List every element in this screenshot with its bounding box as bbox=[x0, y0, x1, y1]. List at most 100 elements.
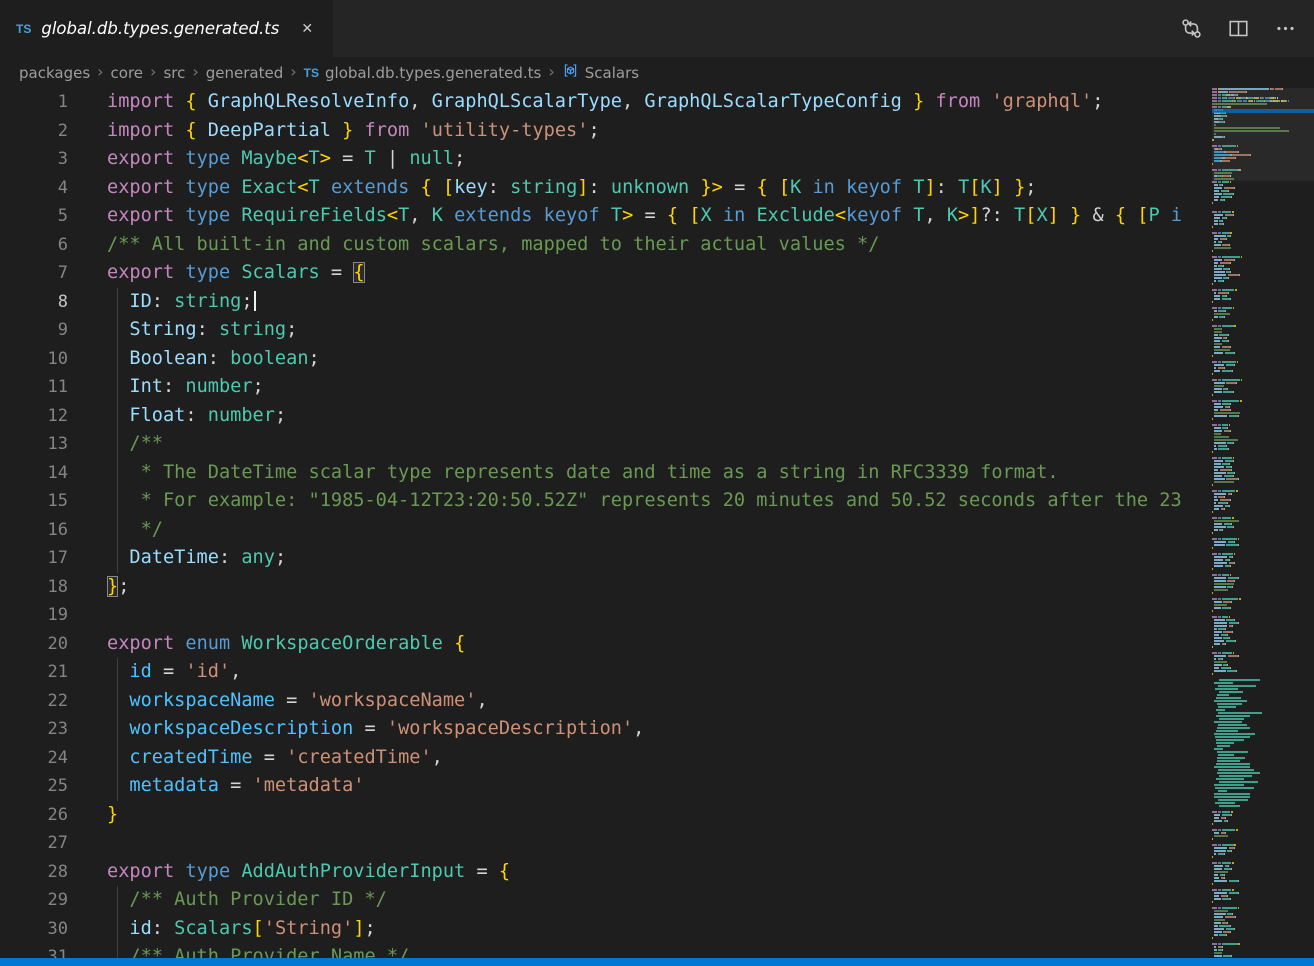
line-content[interactable]: export enum WorkspaceOrderable { bbox=[68, 630, 465, 659]
line-content[interactable]: String: string; bbox=[68, 316, 297, 345]
text-cursor bbox=[254, 291, 256, 311]
line-number: 11 bbox=[0, 373, 68, 402]
code-line: 9 String: string; bbox=[0, 316, 1212, 345]
code-line: 26} bbox=[0, 801, 1212, 830]
line-content[interactable]: export type RequireFields<T, K extends k… bbox=[68, 202, 1182, 231]
line-content[interactable]: } bbox=[68, 801, 118, 830]
chevron-right-icon: › bbox=[548, 64, 554, 80]
line-number: 9 bbox=[0, 316, 68, 345]
code-line: 7export type Scalars = { bbox=[0, 259, 1212, 288]
line-number: 17 bbox=[0, 544, 68, 573]
line-number: 2 bbox=[0, 117, 68, 146]
status-bar bbox=[0, 958, 1314, 966]
code-line: 29 /** Auth Provider ID */ bbox=[0, 886, 1212, 915]
line-content[interactable]: }; bbox=[68, 573, 129, 602]
line-content[interactable]: import { GraphQLResolveInfo, GraphQLScal… bbox=[68, 88, 1103, 117]
line-number: 25 bbox=[0, 772, 68, 801]
breadcrumb-item-generated[interactable]: generated bbox=[206, 64, 283, 82]
breadcrumb-file-label: global.db.types.generated.ts bbox=[325, 64, 541, 82]
code-line: 30 id: Scalars['String']; bbox=[0, 915, 1212, 944]
line-content[interactable]: metadata = 'metadata' bbox=[68, 772, 365, 801]
line-content[interactable]: */ bbox=[68, 516, 163, 545]
line-content[interactable]: export type AddAuthProviderInput = { bbox=[68, 858, 510, 887]
line-number: 27 bbox=[0, 829, 68, 858]
line-content[interactable]: Float: number; bbox=[68, 402, 286, 431]
line-content[interactable]: export type Maybe<T> = T | null; bbox=[68, 145, 465, 174]
code-line: 8 ID: string; bbox=[0, 288, 1212, 317]
line-content[interactable]: Boolean: boolean; bbox=[68, 345, 320, 374]
code-line: 13 /** bbox=[0, 430, 1212, 459]
editor-actions bbox=[1181, 0, 1314, 57]
breadcrumb-item-file[interactable]: TS global.db.types.generated.ts bbox=[304, 64, 542, 82]
line-content[interactable]: workspaceDescription = 'workspaceDescrip… bbox=[68, 715, 644, 744]
line-number: 1 bbox=[0, 88, 68, 117]
code-line: 14 * The DateTime scalar type represents… bbox=[0, 459, 1212, 488]
line-content[interactable]: id = 'id', bbox=[68, 658, 241, 687]
line-content[interactable]: * The DateTime scalar type represents da… bbox=[68, 459, 1059, 488]
breadcrumb: packages › core › src › generated › TS g… bbox=[0, 57, 1314, 88]
line-number: 29 bbox=[0, 886, 68, 915]
line-content[interactable]: /** Auth Provider ID */ bbox=[68, 886, 387, 915]
code-line: 22 workspaceName = 'workspaceName', bbox=[0, 687, 1212, 716]
typescript-file-icon: TS bbox=[16, 22, 31, 36]
line-number: 16 bbox=[0, 516, 68, 545]
minimap[interactable] bbox=[1212, 88, 1314, 958]
code-editor[interactable]: 1import { GraphQLResolveInfo, GraphQLSca… bbox=[0, 88, 1212, 958]
code-line: 2import { DeepPartial } from 'utility-ty… bbox=[0, 117, 1212, 146]
line-content[interactable]: DateTime: any; bbox=[68, 544, 286, 573]
line-content[interactable]: createdTime = 'createdTime', bbox=[68, 744, 443, 773]
breadcrumb-item-core[interactable]: core bbox=[111, 64, 144, 82]
line-content[interactable]: import { DeepPartial } from 'utility-typ… bbox=[68, 117, 600, 146]
chevron-right-icon: › bbox=[150, 64, 156, 80]
line-number: 22 bbox=[0, 687, 68, 716]
more-actions-icon[interactable] bbox=[1275, 18, 1296, 39]
line-number: 10 bbox=[0, 345, 68, 374]
code-line: 25 metadata = 'metadata' bbox=[0, 772, 1212, 801]
line-number: 3 bbox=[0, 145, 68, 174]
code-line: 28export type AddAuthProviderInput = { bbox=[0, 858, 1212, 887]
line-number: 7 bbox=[0, 259, 68, 288]
line-number: 4 bbox=[0, 174, 68, 203]
line-content[interactable] bbox=[68, 829, 107, 858]
line-content[interactable]: id: Scalars['String']; bbox=[68, 915, 376, 944]
breadcrumb-item-symbol[interactable]: Scalars bbox=[562, 62, 639, 83]
code-line: 15 * For example: "1985-04-12T23:20:50.5… bbox=[0, 487, 1212, 516]
line-number: 31 bbox=[0, 943, 68, 958]
line-content[interactable]: * For example: "1985-04-12T23:20:50.52Z"… bbox=[68, 487, 1182, 516]
line-content[interactable]: Int: number; bbox=[68, 373, 264, 402]
tab-global-db-types[interactable]: TS global.db.types.generated.ts ✕ bbox=[0, 0, 333, 57]
line-number: 18 bbox=[0, 573, 68, 602]
line-number: 5 bbox=[0, 202, 68, 231]
close-icon[interactable]: ✕ bbox=[297, 19, 317, 39]
line-number: 8 bbox=[0, 288, 68, 317]
breadcrumb-item-src[interactable]: src bbox=[163, 64, 185, 82]
line-number: 23 bbox=[0, 715, 68, 744]
line-number: 14 bbox=[0, 459, 68, 488]
line-number: 12 bbox=[0, 402, 68, 431]
code-line: 1import { GraphQLResolveInfo, GraphQLSca… bbox=[0, 88, 1212, 117]
line-content[interactable]: workspaceName = 'workspaceName', bbox=[68, 687, 488, 716]
editor-group: 1import { GraphQLResolveInfo, GraphQLSca… bbox=[0, 88, 1314, 958]
split-editor-icon[interactable] bbox=[1228, 18, 1249, 39]
line-content[interactable]: /** bbox=[68, 430, 163, 459]
line-content[interactable]: export type Exact<T extends { [key: stri… bbox=[68, 174, 1036, 203]
line-content[interactable]: /** All built-in and custom scalars, map… bbox=[68, 231, 879, 260]
line-content[interactable] bbox=[68, 601, 107, 630]
breadcrumb-item-packages[interactable]: packages bbox=[19, 64, 90, 82]
vscode-window: TS global.db.types.generated.ts ✕ bbox=[0, 0, 1314, 966]
line-number: 20 bbox=[0, 630, 68, 659]
code-line: 6/** All built-in and custom scalars, ma… bbox=[0, 231, 1212, 260]
code-line: 19 bbox=[0, 601, 1212, 630]
tab-bar: TS global.db.types.generated.ts ✕ bbox=[0, 0, 1314, 57]
line-number: 28 bbox=[0, 858, 68, 887]
tab-title: global.db.types.generated.ts bbox=[41, 19, 279, 38]
code-line: 3export type Maybe<T> = T | null; bbox=[0, 145, 1212, 174]
open-changes-icon[interactable] bbox=[1181, 18, 1202, 39]
chevron-right-icon: › bbox=[192, 64, 198, 80]
code-line: 10 Boolean: boolean; bbox=[0, 345, 1212, 374]
line-content[interactable]: export type Scalars = { bbox=[68, 259, 365, 288]
line-content[interactable]: /** Auth Provider Name */ bbox=[68, 943, 409, 958]
code-line: 11 Int: number; bbox=[0, 373, 1212, 402]
line-content[interactable]: ID: string; bbox=[68, 288, 256, 317]
code-line: 5export type RequireFields<T, K extends … bbox=[0, 202, 1212, 231]
